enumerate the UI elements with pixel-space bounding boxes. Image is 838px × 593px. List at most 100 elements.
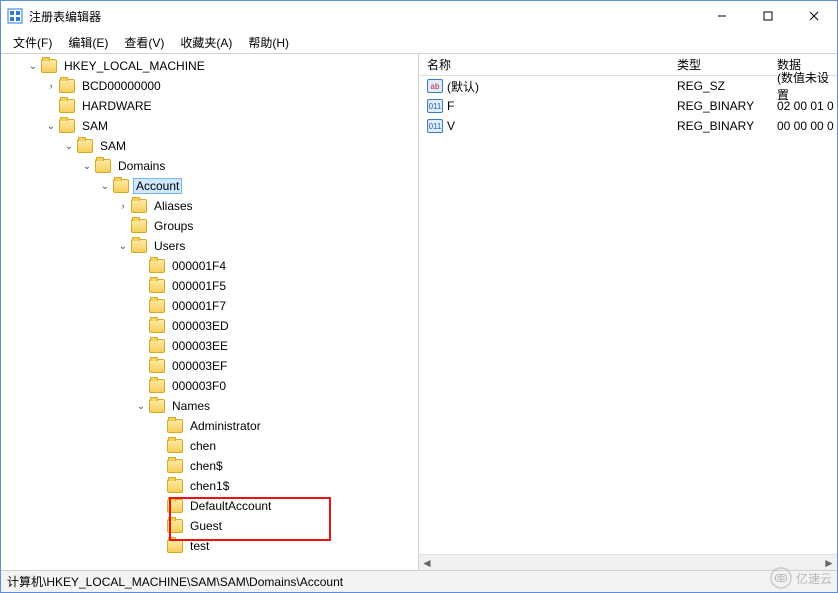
col-type[interactable]: 类型	[669, 56, 769, 73]
list-row[interactable]: ab(默认)REG_SZ(数值未设置	[419, 76, 837, 96]
tree-bcd[interactable]: › BCD00000000	[1, 76, 418, 96]
tree-name-chen[interactable]: chen$	[1, 456, 418, 476]
tree-groups[interactable]: Groups	[1, 216, 418, 236]
chevron-down-icon[interactable]: ⌄	[133, 398, 149, 414]
tree-label: HARDWARE	[79, 98, 155, 114]
string-value-icon: ab	[427, 79, 443, 93]
folder-icon	[41, 59, 57, 73]
app-icon	[7, 8, 23, 24]
spacer	[151, 438, 167, 454]
tree-sam2[interactable]: ⌄ SAM	[1, 136, 418, 156]
tree-label: 000001F4	[169, 258, 229, 274]
tree-user-000003EF[interactable]: 000003EF	[1, 356, 418, 376]
tree-label: BCD00000000	[79, 78, 164, 94]
chevron-down-icon[interactable]: ⌄	[79, 158, 95, 174]
value-name: V	[447, 119, 455, 133]
minimize-button[interactable]	[699, 1, 745, 31]
tree-name-DefaultAccount[interactable]: DefaultAccount	[1, 496, 418, 516]
folder-icon	[149, 259, 165, 273]
tree-label: Users	[151, 238, 188, 254]
tree-label: SAM	[97, 138, 129, 154]
value-data: (数值未设置	[769, 69, 837, 103]
col-name[interactable]: 名称	[419, 56, 669, 73]
tree-name-chen[interactable]: chen	[1, 436, 418, 456]
tree-label: Administrator	[187, 418, 264, 434]
folder-icon	[113, 179, 129, 193]
spacer	[133, 358, 149, 374]
tree-names[interactable]: ⌄Names	[1, 396, 418, 416]
tree-user-000003EE[interactable]: 000003EE	[1, 336, 418, 356]
tree-user-000003F0[interactable]: 000003F0	[1, 376, 418, 396]
chevron-down-icon[interactable]: ⌄	[25, 58, 41, 74]
spacer	[133, 338, 149, 354]
tree-domains[interactable]: ⌄ Domains	[1, 156, 418, 176]
maximize-button[interactable]	[745, 1, 791, 31]
list-pane[interactable]: 名称 类型 数据 ab(默认)REG_SZ(数值未设置011FREG_BINAR…	[419, 54, 837, 570]
list-row[interactable]: 011VREG_BINARY00 00 00 0	[419, 116, 837, 136]
tree-user-000001F4[interactable]: 000001F4	[1, 256, 418, 276]
value-data: 00 00 00 0	[769, 119, 837, 133]
menu-help[interactable]: 帮助(H)	[242, 32, 295, 53]
chevron-down-icon[interactable]: ⌄	[43, 118, 59, 134]
tree-label: chen	[187, 438, 219, 454]
tree-user-000003ED[interactable]: 000003ED	[1, 316, 418, 336]
tree-name-Guest[interactable]: Guest	[1, 516, 418, 536]
titlebar: 注册表编辑器	[1, 1, 837, 31]
folder-icon	[131, 239, 147, 253]
scroll-left-icon[interactable]: ◄	[419, 555, 435, 571]
menu-edit[interactable]: 编辑(E)	[62, 32, 114, 53]
spacer	[151, 518, 167, 534]
folder-icon	[131, 219, 147, 233]
value-name: (默认)	[447, 78, 479, 95]
folder-icon	[167, 439, 183, 453]
spacer	[133, 258, 149, 274]
tree-label: 000001F5	[169, 278, 229, 294]
spacer	[151, 538, 167, 554]
window-title: 注册表编辑器	[29, 8, 101, 25]
tree-sam[interactable]: ⌄SAM	[1, 116, 418, 136]
spacer	[115, 218, 131, 234]
tree-label: 000003EF	[169, 358, 230, 374]
tree-label: Account	[133, 178, 182, 194]
statusbar: 计算机\HKEY_LOCAL_MACHINE\SAM\SAM\Domains\A…	[1, 570, 837, 592]
tree-name-Administrator[interactable]: Administrator	[1, 416, 418, 436]
folder-icon	[149, 359, 165, 373]
folder-icon	[149, 339, 165, 353]
tree-name-chen1[interactable]: chen1$	[1, 476, 418, 496]
tree-users[interactable]: ⌄ Users	[1, 236, 418, 256]
close-button[interactable]	[791, 1, 837, 31]
value-type: REG_BINARY	[669, 99, 769, 113]
tree-aliases[interactable]: ›Aliases	[1, 196, 418, 216]
menu-file[interactable]: 文件(F)	[7, 32, 58, 53]
menu-fav[interactable]: 收藏夹(A)	[174, 32, 238, 53]
folder-icon	[149, 399, 165, 413]
watermark: ↂ 亿速云	[770, 567, 832, 589]
tree-label: Domains	[115, 158, 168, 174]
spacer	[133, 298, 149, 314]
tree-hklm[interactable]: ⌄ HKEY_LOCAL_MACHINE	[1, 56, 418, 76]
menu-view[interactable]: 查看(V)	[118, 32, 170, 53]
tree-user-000001F5[interactable]: 000001F5	[1, 276, 418, 296]
spacer	[151, 418, 167, 434]
chevron-down-icon[interactable]: ⌄	[61, 138, 77, 154]
tree-user-000001F7[interactable]: 000001F7	[1, 296, 418, 316]
watermark-text: 亿速云	[796, 570, 832, 587]
folder-icon	[59, 99, 75, 113]
tree-label: Guest	[187, 518, 225, 534]
folder-icon	[167, 539, 183, 553]
tree-label: HKEY_LOCAL_MACHINE	[61, 58, 208, 74]
tree-label: chen1$	[187, 478, 232, 494]
tree-hardware[interactable]: HARDWARE	[1, 96, 418, 116]
chevron-down-icon[interactable]: ⌄	[97, 178, 113, 194]
chevron-down-icon[interactable]: ⌄	[115, 238, 131, 254]
chevron-right-icon[interactable]: ›	[43, 78, 59, 94]
folder-icon	[149, 379, 165, 393]
tree-label: test	[187, 538, 212, 554]
chevron-right-icon[interactable]: ›	[115, 198, 131, 214]
list-row[interactable]: 011FREG_BINARY02 00 01 0	[419, 96, 837, 116]
spacer	[43, 98, 59, 114]
tree-name-test[interactable]: test	[1, 536, 418, 556]
tree-pane[interactable]: ⌄HKEY_LOCAL_MACHINE›BCD00000000HARDWARE⌄…	[1, 54, 419, 570]
tree-account[interactable]: ⌄ Account	[1, 176, 418, 196]
list-body: ab(默认)REG_SZ(数值未设置011FREG_BINARY02 00 01…	[419, 76, 837, 554]
